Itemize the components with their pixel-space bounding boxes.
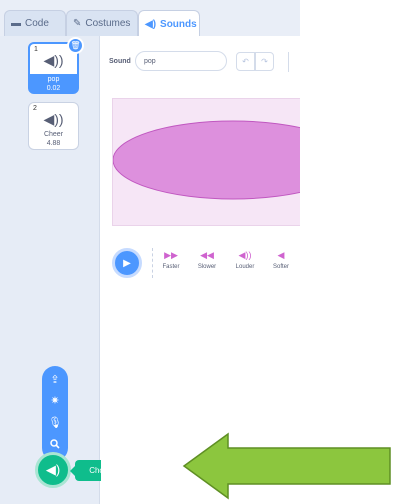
tab-code[interactable]: ▬ Code [4, 10, 66, 36]
effect-slower-button[interactable]: ◀◀ Slower [187, 250, 227, 270]
play-icon: ▶ [123, 257, 131, 269]
speaker-icon: ◀)) [43, 52, 64, 68]
effect-label: Faster [162, 264, 180, 270]
softer-icon: ◀ [277, 250, 285, 260]
trash-icon: 🗑 [70, 41, 81, 50]
sound-editor-screen: ▬ Code ✎ Costumes ◀) Sounds 1 ◀)) pop 0.… [0, 0, 393, 504]
paintbrush-icon: ✎ [73, 18, 82, 29]
sound-tile-duration: 0.02 [46, 85, 61, 92]
redo-icon: ↷ [261, 57, 268, 66]
choose-sound-menu: ⇪ ✷ 🎙 [42, 366, 68, 461]
upload-icon: ⇪ [50, 373, 60, 386]
effect-softer-button[interactable]: ◀ Softer [261, 250, 301, 270]
sound-name-input[interactable]: pop [135, 51, 227, 71]
tab-costumes[interactable]: ✎ Costumes [66, 10, 138, 36]
sound-name-label: Sound [109, 58, 131, 65]
play-sound-button[interactable]: ▶ [112, 248, 142, 278]
faster-icon: ▶▶ [164, 250, 178, 260]
sound-tile-duration: 4.88 [46, 140, 61, 147]
upload-sound-button[interactable]: ⇪ [42, 369, 68, 389]
tab-code-label: Code [25, 18, 49, 29]
tab-costumes-label: Costumes [85, 18, 131, 29]
louder-icon: ◀)) [238, 250, 252, 260]
undo-icon: ↶ [242, 57, 249, 66]
add-sound-icon: ◀) [45, 462, 61, 477]
choose-sound-button[interactable]: ◀) [35, 452, 71, 488]
tab-sounds-label: Sounds [160, 18, 197, 30]
slower-icon: ◀◀ [200, 250, 214, 260]
search-icon [50, 439, 60, 449]
tab-sounds[interactable]: ◀) Sounds [138, 10, 200, 37]
sound-tile-cheer[interactable]: 2 ◀)) Cheer 4.88 [28, 102, 79, 150]
record-button[interactable]: 🎙 [42, 412, 68, 432]
redo-button[interactable]: ↷ [255, 52, 274, 71]
sound-tile-pop[interactable]: 1 ◀)) pop 0.02 🗑 [28, 37, 84, 94]
speaker-icon: ◀)) [43, 111, 64, 127]
search-sound-button[interactable] [42, 434, 68, 454]
sound-tile-name: Cheer [43, 131, 64, 138]
effect-faster-button[interactable]: ▶▶ Faster [151, 250, 191, 270]
waveform-shape [113, 120, 300, 200]
effect-label: Softer [272, 264, 289, 270]
speaker-icon: ◀) [145, 18, 157, 30]
code-blocks-icon: ▬ [11, 18, 21, 29]
microphone-icon: 🎙 [48, 416, 62, 429]
effect-label: Slower [197, 264, 217, 270]
effect-label: Louder [235, 264, 255, 270]
toolbar-divider [288, 52, 289, 72]
surprise-button[interactable]: ✷ [42, 390, 68, 410]
effect-louder-button[interactable]: ◀)) Louder [225, 250, 265, 270]
waveform-display[interactable] [112, 98, 300, 226]
delete-sound-button[interactable]: 🗑 [67, 37, 84, 54]
sparkle-icon: ✷ [50, 394, 60, 407]
pointer-arrow [182, 432, 391, 500]
undo-button[interactable]: ↶ [236, 52, 255, 71]
sound-tile-name: pop [47, 76, 60, 83]
tab-bar: ▬ Code ✎ Costumes ◀) Sounds [0, 0, 300, 37]
